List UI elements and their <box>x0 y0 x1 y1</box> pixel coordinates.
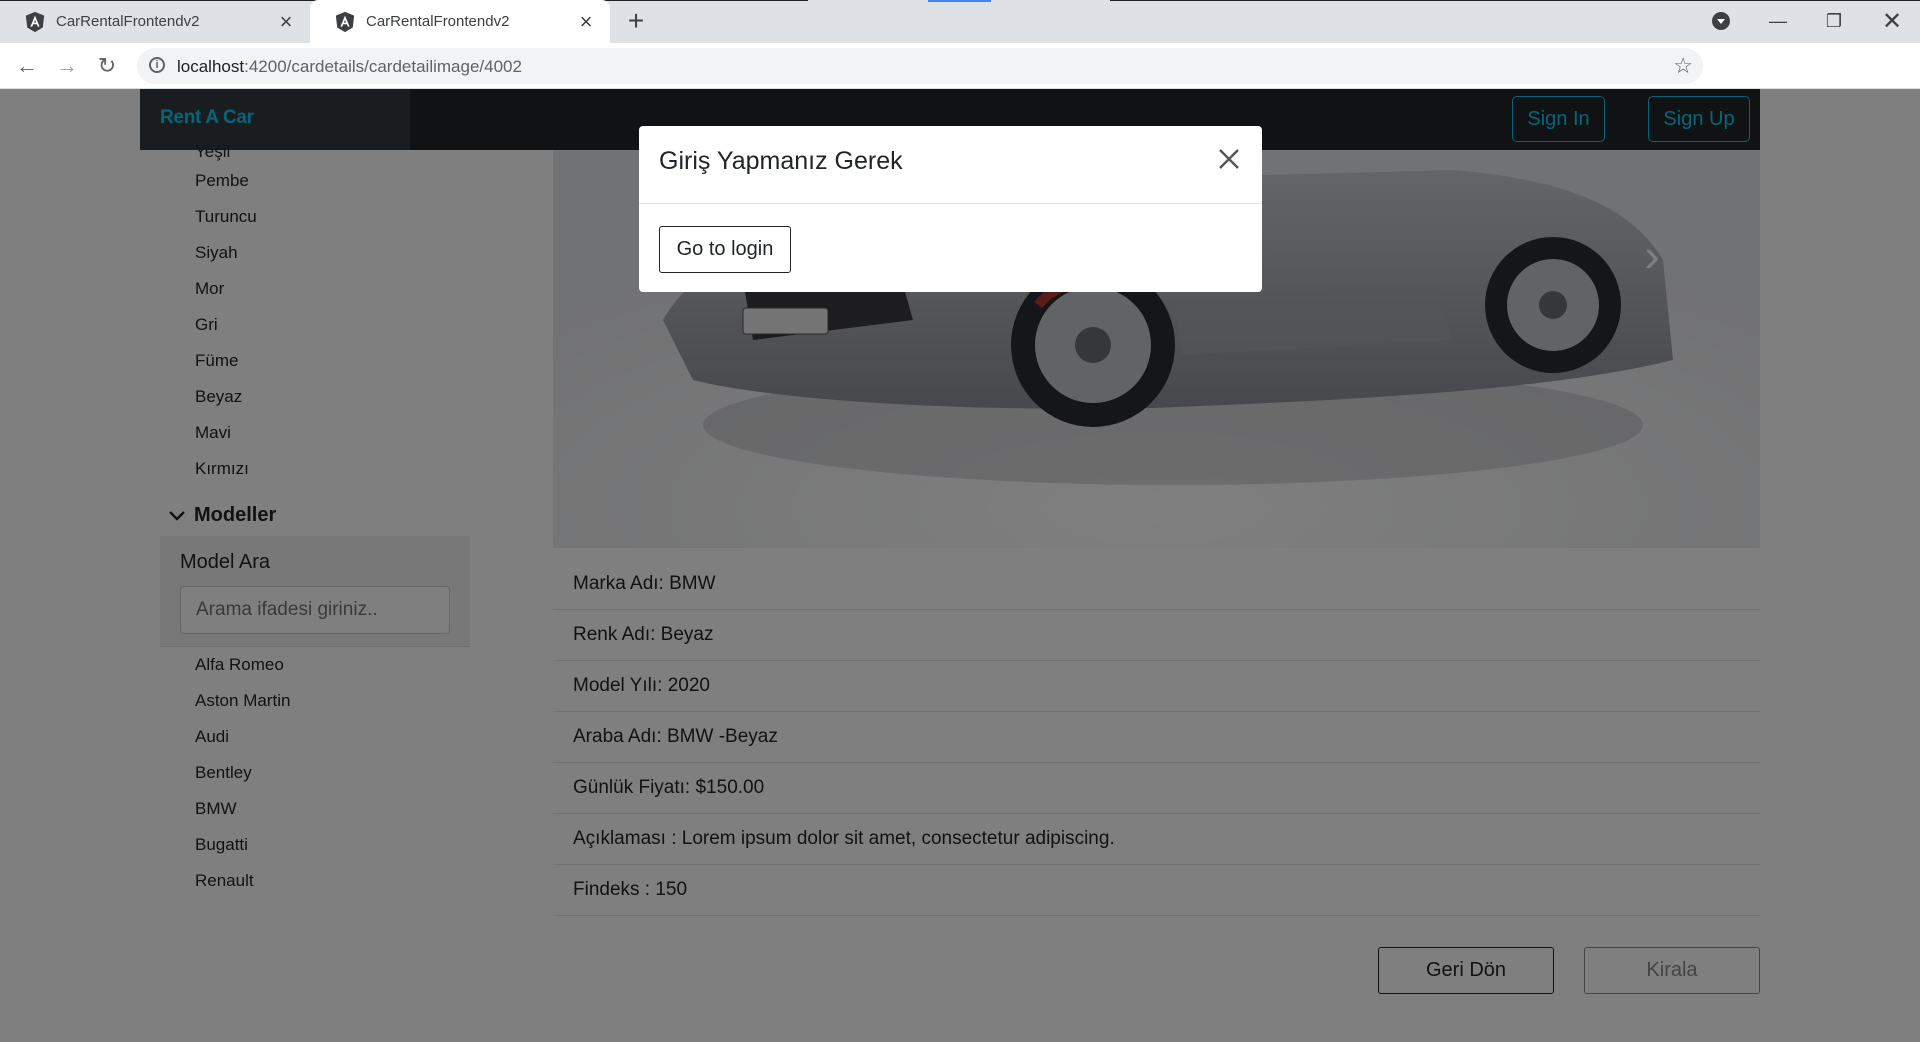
tab-title: CarRentalFrontendv2 <box>56 13 200 30</box>
tabbar-accent <box>928 0 991 2</box>
close-icon[interactable] <box>1214 144 1244 174</box>
new-tab-icon[interactable]: + <box>620 6 652 38</box>
address-bar: ← → ↻ i localhost:4200/cardetails/cardet… <box>0 43 1920 121</box>
angular-icon <box>335 11 355 32</box>
restore-icon[interactable]: ❐ <box>1806 0 1862 43</box>
minimize-icon[interactable]: — <box>1750 0 1806 43</box>
browser-tab-active[interactable]: CarRentalFrontendv2 × <box>310 0 610 43</box>
info-icon[interactable]: i <box>149 57 165 73</box>
url-input[interactable]: i localhost:4200/cardetails/cardetailima… <box>137 48 1703 84</box>
close-window-icon[interactable]: ✕ <box>1864 0 1920 43</box>
browser-tab-bar: CarRentalFrontendv2 × CarRentalFrontendv… <box>0 0 1920 43</box>
url-text[interactable]: localhost:4200/cardetails/cardetailimage… <box>177 57 522 77</box>
close-tab-icon[interactable]: × <box>276 9 296 35</box>
modal-header: Giriş Yapmanız Gerek <box>639 126 1262 204</box>
bookmark-star-icon[interactable]: ☆ <box>1673 53 1693 79</box>
go-to-login-button[interactable]: Go to login <box>659 226 791 273</box>
tab-search-icon[interactable] <box>1712 12 1730 30</box>
browser-tab[interactable]: CarRentalFrontendv2 × <box>0 0 310 43</box>
forward-icon[interactable]: → <box>53 52 81 80</box>
reload-icon[interactable]: ↻ <box>93 52 121 80</box>
page: Rent A Car Sign In Sign Up Yeşil Pembe T… <box>0 89 1920 1042</box>
modal-title: Giriş Yapmanız Gerek <box>659 147 903 175</box>
tab-title: CarRentalFrontendv2 <box>366 13 510 30</box>
angular-icon <box>25 11 45 32</box>
close-tab-icon[interactable]: × <box>576 9 596 35</box>
back-icon[interactable]: ← <box>13 52 41 80</box>
login-required-modal: Giriş Yapmanız Gerek Go to login <box>639 126 1262 292</box>
